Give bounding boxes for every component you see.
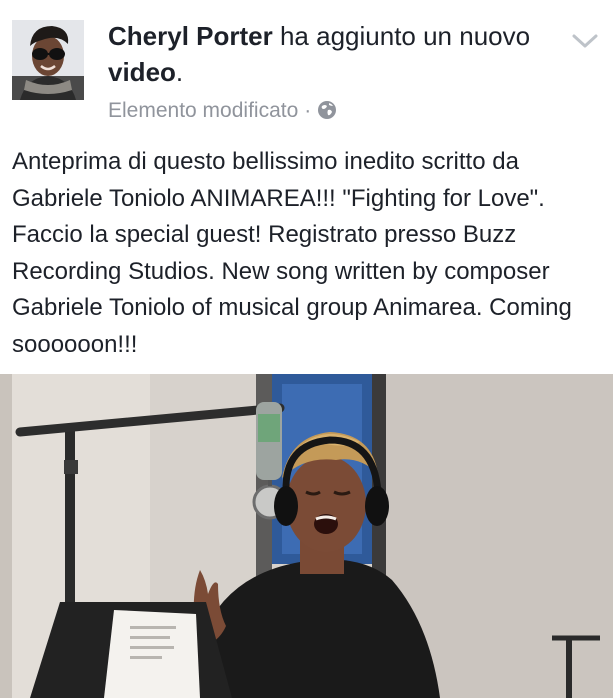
post-header: Cheryl Porter ha aggiunto un nuovo video…	[0, 0, 613, 130]
video-link[interactable]: video	[108, 57, 176, 87]
meta-separator: ·	[304, 99, 312, 122]
chevron-down-icon[interactable]	[568, 28, 602, 54]
headline-period: .	[175, 57, 184, 87]
post-message: Anteprima di questo bellissimo inedito s…	[12, 148, 579, 358]
post-action-text: ha aggiunto un nuovo	[279, 21, 531, 51]
globe-icon[interactable]	[317, 100, 337, 127]
post-meta: Elemento modificato ·	[108, 98, 337, 127]
edited-label[interactable]: Elemento modificato	[108, 99, 298, 122]
author-name-link[interactable]: Cheryl Porter	[108, 21, 273, 51]
video-player[interactable]	[0, 374, 613, 698]
author-avatar[interactable]	[12, 20, 84, 100]
post-headline: Cheryl Porter ha aggiunto un nuovo video…	[108, 18, 548, 90]
